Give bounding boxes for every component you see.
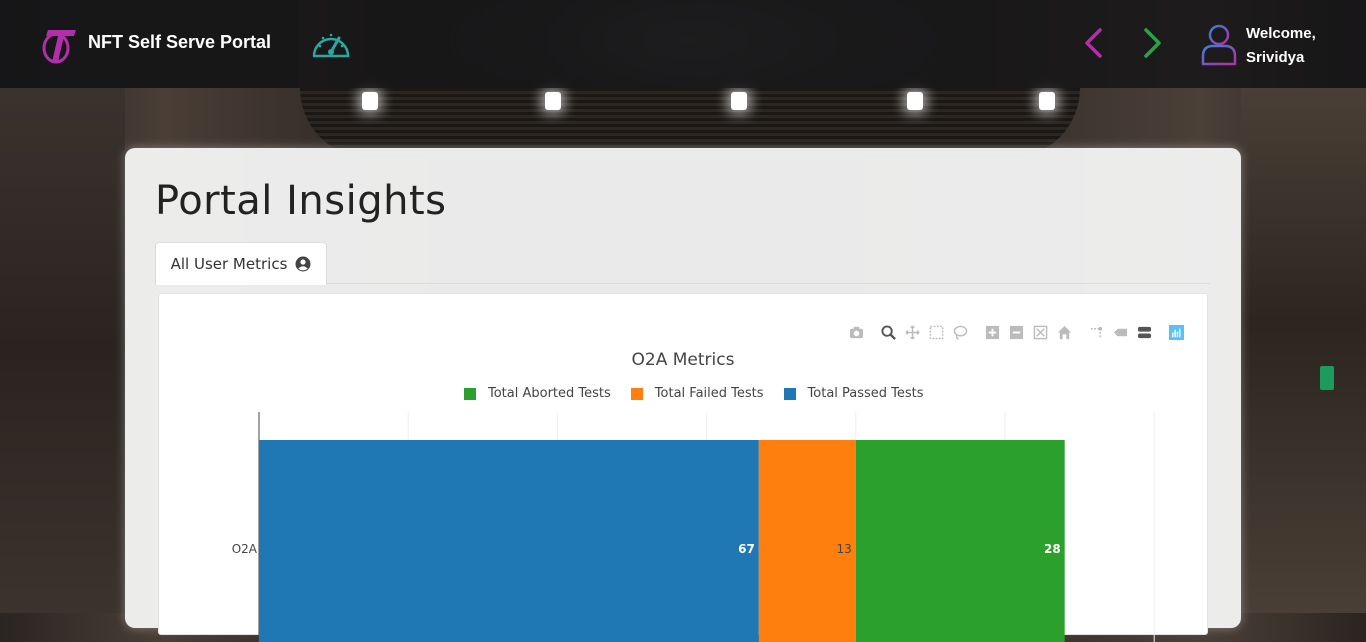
box-select-icon[interactable]	[924, 324, 948, 340]
dashboard-gauge-icon[interactable]	[310, 26, 352, 60]
hover-closest-icon[interactable]	[1108, 324, 1132, 340]
legend-label: Total Aborted Tests	[488, 386, 611, 401]
bar-data-label: 28	[1044, 542, 1061, 556]
autoscale-icon[interactable]	[1028, 324, 1052, 340]
user-circle-icon	[295, 256, 311, 272]
chart-modebar	[844, 324, 1188, 340]
welcome-username: Srividya	[1246, 49, 1305, 66]
reset-axes-icon[interactable]	[1052, 324, 1076, 340]
welcome-text: Welcome, Srividya	[1246, 22, 1316, 70]
forward-arrow-icon[interactable]	[1138, 27, 1166, 59]
bar-segment[interactable]	[259, 440, 759, 642]
bar-segment[interactable]	[758, 440, 856, 642]
telstra-logo-icon[interactable]	[40, 24, 80, 64]
background-wall-left	[0, 88, 125, 613]
background-lamp	[1039, 92, 1055, 110]
legend-swatch	[630, 387, 643, 400]
background-lamp	[545, 92, 561, 110]
spike-lines-icon[interactable]	[1084, 324, 1108, 340]
legend-swatch	[464, 387, 476, 400]
brand-area: NFT Self Serve Portal	[0, 0, 298, 88]
chart-plot-area[interactable]: O2A 67 13 28	[159, 412, 1207, 642]
zoom-out-icon[interactable]	[1004, 324, 1028, 340]
app-title[interactable]: NFT Self Serve Portal	[88, 32, 271, 53]
background-lamp	[731, 92, 747, 110]
user-avatar-icon[interactable]	[1200, 22, 1238, 66]
zoom-in-icon[interactable]	[980, 324, 1004, 340]
background-exit-sign	[1320, 366, 1334, 390]
legend-swatch	[783, 387, 796, 400]
lasso-icon[interactable]	[948, 324, 972, 340]
camera-icon[interactable]	[844, 324, 868, 340]
pan-icon[interactable]	[900, 324, 924, 340]
zoom-icon[interactable]	[876, 324, 900, 340]
insights-card: Portal Insights All User Metrics O2A Met…	[125, 148, 1241, 642]
plotly-logo-icon[interactable]	[1164, 324, 1188, 340]
tab-label: All User Metrics	[170, 255, 288, 273]
legend-item-passed[interactable]: Total Passed Tests	[783, 386, 924, 401]
page-title: Portal Insights	[155, 178, 447, 224]
legend-label: Total Passed Tests	[807, 386, 924, 401]
background-lamp	[362, 92, 378, 110]
chart-panel: O2A Metrics Total Aborted Tests Total Fa…	[158, 293, 1208, 642]
bar-segment[interactable]	[855, 440, 1065, 642]
tab-all-user-metrics[interactable]: All User Metrics	[155, 242, 327, 285]
top-navbar: NFT Self Serve Portal Welcome, Srividya	[0, 0, 1366, 88]
bar-data-label: 13	[837, 542, 852, 556]
hover-compare-icon[interactable]	[1132, 324, 1156, 340]
legend-item-failed[interactable]: Total Failed Tests	[630, 386, 764, 401]
chart-legend: Total Aborted Tests Total Failed Tests T…	[464, 386, 924, 401]
legend-label: Total Failed Tests	[654, 386, 764, 401]
background-lamp	[907, 92, 923, 110]
y-tick-label: O2A	[232, 542, 258, 556]
welcome-greeting: Welcome,	[1246, 25, 1316, 42]
legend-item-aborted[interactable]: Total Aborted Tests	[464, 386, 611, 401]
background-wall-right	[1241, 88, 1366, 613]
back-arrow-icon[interactable]	[1080, 27, 1108, 59]
chart-title: O2A Metrics	[631, 350, 735, 370]
bar-data-label: 67	[738, 542, 755, 556]
